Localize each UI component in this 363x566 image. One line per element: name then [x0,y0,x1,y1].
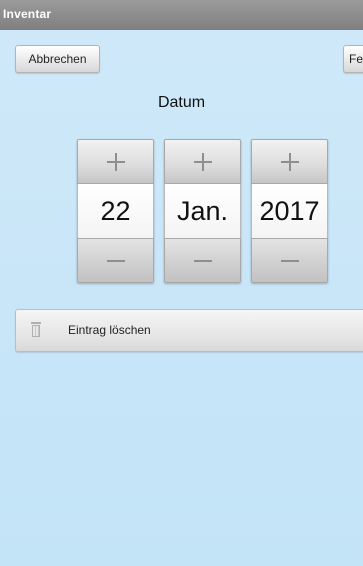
title-bar: Inventar [0,0,363,30]
minus-icon [280,252,299,270]
minus-icon [193,252,212,270]
year-increment-button[interactable] [251,139,328,184]
year-value[interactable]: 2017 [251,184,328,238]
day-value[interactable]: 22 [77,184,154,238]
date-label: Datum [157,94,206,111]
plus-icon [280,152,299,171]
window-title: Inventar [3,7,52,21]
plus-icon [193,152,212,171]
year-decrement-button[interactable] [251,238,328,283]
day-decrement-button[interactable] [77,238,154,283]
plus-icon [106,152,125,171]
minus-icon [106,252,125,270]
month-value[interactable]: Jan. [164,184,241,238]
month-decrement-button[interactable] [164,238,241,283]
confirm-button[interactable]: Fe [343,45,363,73]
delete-entry-button[interactable]: Eintrag löschen [15,309,363,352]
month-increment-button[interactable] [164,139,241,184]
day-increment-button[interactable] [77,139,154,184]
year-spinner: 2017 [251,139,328,283]
cancel-button[interactable]: Abbrechen [15,45,100,73]
trash-icon [31,322,41,338]
month-spinner: Jan. [164,139,241,283]
delete-entry-label: Eintrag löschen [68,323,151,337]
day-spinner: 22 [77,139,154,283]
